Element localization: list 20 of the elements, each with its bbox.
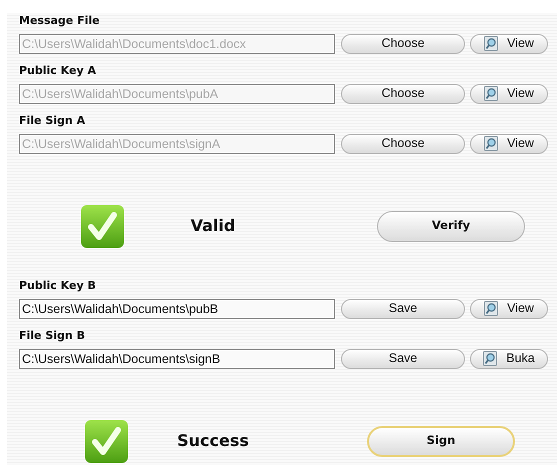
- verify-button[interactable]: Verify: [377, 210, 525, 242]
- action-button[interactable]: Save: [341, 348, 465, 368]
- magnifier-icon: [484, 301, 498, 316]
- action-button[interactable]: Save: [341, 298, 465, 318]
- path-field[interactable]: C:\Users\Walidah\Documents\signB: [19, 348, 335, 368]
- path-field[interactable]: C:\Users\Walidah\Documents\pubB: [19, 298, 335, 318]
- status-text: Success: [176, 430, 250, 452]
- sign-button[interactable]: Sign: [367, 426, 515, 456]
- view-button[interactable]: View: [470, 298, 548, 318]
- field-label: Message File: [19, 13, 101, 28]
- field-label: Public Key A: [19, 63, 97, 78]
- field-label: Public Key B: [19, 278, 97, 293]
- magnifier-icon: [484, 136, 498, 151]
- magnifier-icon: [484, 86, 498, 101]
- magnifier-icon: [484, 36, 498, 51]
- field-label: File Sign B: [19, 328, 86, 343]
- field-label: File Sign A: [19, 113, 86, 128]
- view-button[interactable]: Buka: [470, 348, 548, 368]
- status-text: Valid: [190, 215, 236, 237]
- magnifier-icon: [483, 351, 498, 366]
